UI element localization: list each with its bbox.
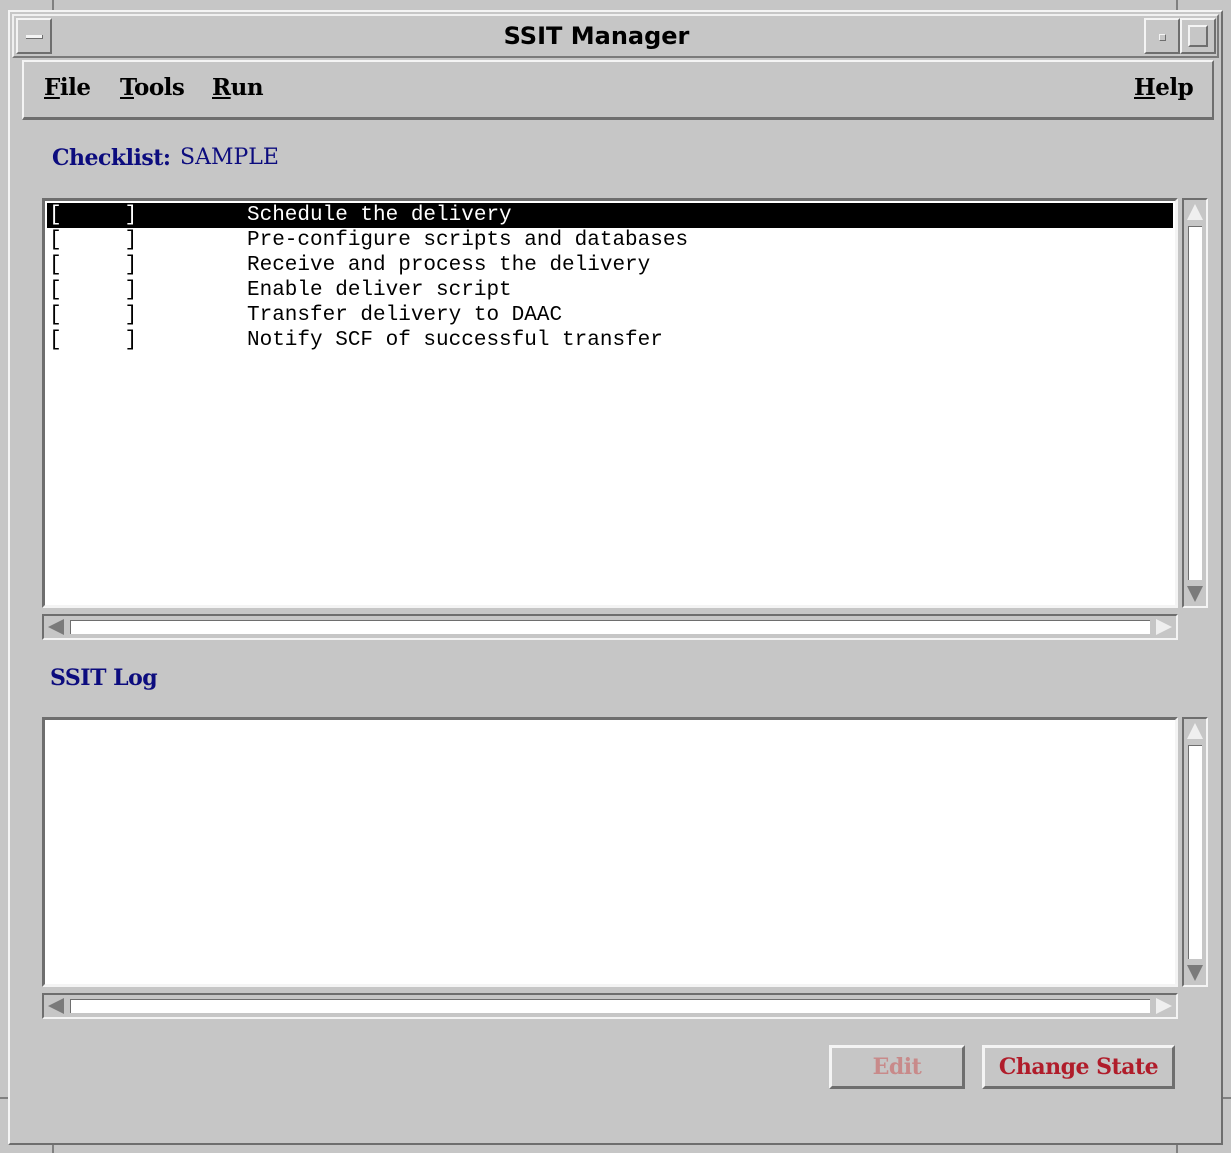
menu-help[interactable]: Help [1134, 74, 1194, 101]
log-content [45, 720, 1175, 728]
checklist-row-task: Transfer delivery to DAAC [247, 304, 563, 327]
menu-run-rest: un [230, 74, 264, 101]
menu-tools-rest: ools [133, 74, 185, 101]
scroll-up-icon[interactable] [1187, 723, 1203, 739]
scroll-track[interactable] [70, 999, 1150, 1013]
checklist-row-status: [ ] [49, 279, 138, 302]
change-state-button[interactable]: Change State [982, 1045, 1175, 1089]
ssit-manager-window: SSIT Manager File Tools Run Help Checkli… [0, 0, 1231, 1153]
checklist-row[interactable]: [ ] Notify SCF of successful transfer [47, 328, 1173, 353]
checklist-row[interactable]: [ ] Pre-configure scripts and databases [47, 228, 1173, 253]
scroll-up-icon[interactable] [1187, 204, 1203, 220]
frame-corner-tick [1223, 1097, 1231, 1099]
checklist-row-task: Enable deliver script [247, 279, 512, 302]
checklist-row-status: [ ] [49, 254, 138, 277]
maximize-button[interactable] [1180, 18, 1216, 54]
frame-corner-tick [52, 0, 54, 10]
menu-file-mnemonic: F [44, 74, 60, 101]
scroll-left-icon[interactable] [48, 998, 64, 1014]
menu-bar: File Tools Run Help [22, 60, 1214, 120]
checklist-row-task: Schedule the delivery [247, 204, 512, 227]
scroll-right-icon[interactable] [1156, 619, 1172, 635]
edit-button[interactable]: Edit [829, 1045, 965, 1089]
maximize-icon [1188, 25, 1208, 47]
log-horizontal-scrollbar[interactable] [42, 993, 1178, 1019]
frame-corner-tick [0, 1097, 8, 1099]
minimize-button[interactable] [1144, 18, 1180, 54]
checklist-label: Checklist: [52, 145, 171, 171]
menu-run[interactable]: Run [212, 74, 264, 101]
scroll-right-icon[interactable] [1156, 998, 1172, 1014]
frame-corner-tick [1176, 1145, 1178, 1153]
menu-file[interactable]: File [44, 74, 91, 101]
menu-help-mnemonic: H [1134, 74, 1156, 101]
window-menu-icon [26, 35, 43, 39]
menu-help-rest: elp [1155, 74, 1194, 101]
window-title: SSIT Manager [503, 22, 690, 50]
window-menu-button[interactable] [16, 18, 52, 54]
checklist-horizontal-scrollbar[interactable] [42, 614, 1178, 640]
checklist-vertical-scrollbar[interactable] [1182, 198, 1208, 608]
scroll-left-icon[interactable] [48, 619, 64, 635]
checklist-row[interactable]: [ ] Schedule the delivery [47, 203, 1173, 228]
menu-file-rest: ile [59, 74, 91, 101]
menu-tools[interactable]: Tools [120, 74, 185, 101]
log-area[interactable] [42, 717, 1178, 987]
checklist-row-status: [ ] [49, 329, 138, 352]
checklist-row-task: Notify SCF of successful transfer [247, 329, 663, 352]
menu-tools-mnemonic: T [120, 74, 134, 101]
checklist-row[interactable]: [ ] Enable deliver script [47, 278, 1173, 303]
checklist-row-status: [ ] [49, 229, 138, 252]
title-bar[interactable]: SSIT Manager [12, 14, 1219, 58]
checklist-row[interactable]: [ ] Transfer delivery to DAAC [47, 303, 1173, 328]
checklist-list[interactable]: [ ] Schedule the delivery [ ] Pre-configure… [42, 198, 1178, 608]
frame-corner-tick [1176, 0, 1178, 10]
scroll-down-icon[interactable] [1187, 586, 1203, 602]
checklist-row-task: Pre-configure scripts and databases [247, 229, 689, 252]
scroll-track[interactable] [1188, 226, 1202, 580]
minimize-icon [1159, 34, 1166, 41]
frame-corner-tick [52, 1145, 54, 1153]
checklist-row-status: [ ] [49, 304, 138, 327]
scroll-track[interactable] [1188, 745, 1202, 959]
menu-run-mnemonic: R [212, 74, 231, 101]
checklist-row[interactable]: [ ] Receive and process the delivery [47, 253, 1173, 278]
scroll-track[interactable] [70, 620, 1150, 634]
checklist-name: SAMPLE [180, 145, 279, 170]
log-vertical-scrollbar[interactable] [1182, 717, 1208, 987]
scroll-down-icon[interactable] [1187, 965, 1203, 981]
checklist-row-task: Receive and process the delivery [247, 254, 651, 277]
checklist-row-status: [ ] [49, 204, 138, 227]
log-label: SSIT Log [50, 665, 158, 691]
